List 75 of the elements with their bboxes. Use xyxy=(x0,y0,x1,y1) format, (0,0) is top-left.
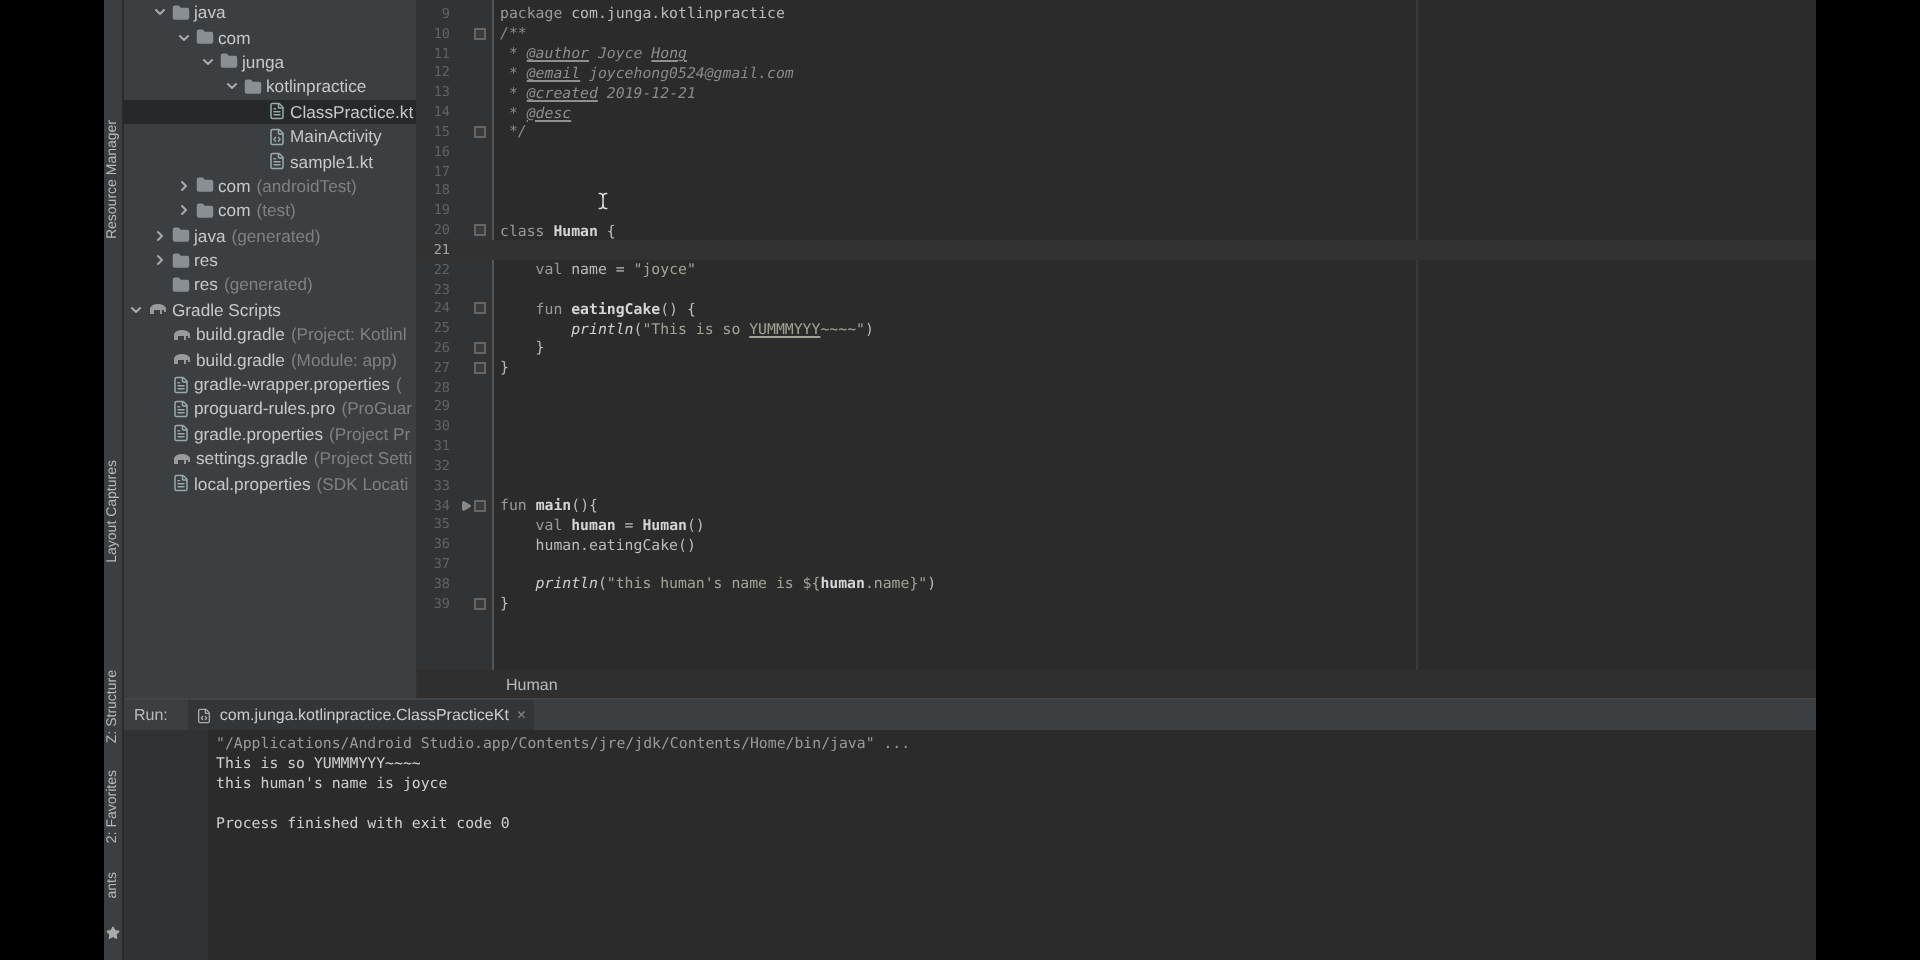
file-icon xyxy=(268,127,286,146)
folder-icon xyxy=(220,52,238,71)
file-icon xyxy=(172,399,190,418)
tree-item-label: MainActivity xyxy=(290,126,382,147)
tree-item[interactable]: res xyxy=(124,247,416,273)
tree-item[interactable]: res (generated) xyxy=(124,272,416,298)
folder-icon xyxy=(172,3,190,22)
tree-item-label: res xyxy=(194,250,218,271)
tree-item[interactable]: build.gradle (Project: Kotlinl xyxy=(124,322,416,347)
tree-item-label: junga xyxy=(242,51,285,72)
tree-item[interactable]: java (generated) xyxy=(124,223,416,248)
folder-icon xyxy=(172,251,190,270)
tree-item-label: proguard-rules.pro xyxy=(194,398,336,419)
file-icon xyxy=(195,707,212,724)
tree-item-label: java xyxy=(194,225,226,246)
text-cursor-icon xyxy=(594,192,612,210)
folder-icon xyxy=(196,201,214,220)
run-icon[interactable] xyxy=(460,499,472,512)
tree-item[interactable]: com (androidTest) xyxy=(124,173,416,199)
tree-item-note: (test) xyxy=(256,200,296,221)
tree-item[interactable]: sample1.kt xyxy=(124,148,416,174)
tree-item-label: com xyxy=(218,27,251,48)
folder-icon xyxy=(244,77,262,96)
tree-item[interactable]: java xyxy=(124,0,416,25)
panel-title: Run: xyxy=(134,706,168,725)
tree-item-label: gradle.properties xyxy=(194,423,323,444)
tree-item-note: (Module: app) xyxy=(290,349,397,370)
run-tab[interactable]: com.junga.kotlinpractice.ClassPracticeKt × xyxy=(187,700,535,731)
file-icon xyxy=(172,474,190,493)
tree-item-note: (generated) xyxy=(231,225,321,246)
tree-item-note: (ProGuar xyxy=(341,398,413,419)
star-icon[interactable] xyxy=(106,926,120,940)
tree-item-label: Gradle Scripts xyxy=(172,299,281,320)
tree-item[interactable]: ClassPractice.kt xyxy=(124,99,416,124)
folder-icon xyxy=(196,176,214,195)
tree-item-note: (Project: Kotlinl xyxy=(290,324,407,345)
tree-item[interactable]: local.properties (SDK Locati xyxy=(124,470,416,496)
file-icon xyxy=(172,375,190,394)
tree-item[interactable]: gradle-wrapper.properties ( xyxy=(124,371,416,397)
file-icon xyxy=(172,424,190,443)
tree-item-label: settings.gradle xyxy=(196,448,308,469)
tree-item[interactable]: kotlinpractice xyxy=(124,74,416,100)
close-icon[interactable]: × xyxy=(516,706,527,725)
tree-item-note: (androidTest) xyxy=(256,175,357,196)
tree-item[interactable]: settings.gradle (Project Setti xyxy=(124,446,416,471)
tree-item-label: build.gradle xyxy=(196,349,285,370)
folder-icon xyxy=(172,226,190,245)
tree-item-label: com xyxy=(218,200,251,221)
breadcrumb[interactable]: Human xyxy=(506,675,558,694)
tree-item-label: com xyxy=(218,175,251,196)
tree-item-note: (generated) xyxy=(223,274,313,295)
tree-item[interactable]: com (test) xyxy=(124,198,416,224)
tree-item[interactable]: build.gradle (Module: app) xyxy=(124,346,416,372)
tree-item-label: local.properties xyxy=(194,473,311,494)
folder-icon xyxy=(172,275,190,294)
tree-item[interactable]: Gradle Scripts xyxy=(124,297,416,323)
tree-item-label: ClassPractice.kt xyxy=(290,101,414,122)
tree-item[interactable]: junga xyxy=(124,49,416,75)
tree-item[interactable]: proguard-rules.pro (ProGuar xyxy=(124,396,416,422)
tree-item-label: build.gradle xyxy=(196,324,285,345)
tree-item-note: (Project Pr xyxy=(329,423,411,444)
folder-icon xyxy=(196,28,214,47)
tree-item[interactable]: gradle.properties (Project Pr xyxy=(124,421,416,447)
tree-item-note: (Project Setti xyxy=(313,448,413,469)
tree-item[interactable]: com xyxy=(124,24,416,50)
tree-item[interactable]: MainActivity xyxy=(124,123,416,149)
file-icon xyxy=(268,152,286,171)
tree-item-note: (SDK Locati xyxy=(316,473,409,494)
tree-item-label: java xyxy=(194,2,226,23)
file-icon xyxy=(268,102,286,121)
tree-item-note: ( xyxy=(395,374,402,395)
tree-item-label: kotlinpractice xyxy=(266,76,367,97)
tree-item-label: gradle-wrapper.properties xyxy=(194,374,390,395)
tree-item-label: sample1.kt xyxy=(290,151,374,172)
tree-item-label: res xyxy=(194,274,218,295)
